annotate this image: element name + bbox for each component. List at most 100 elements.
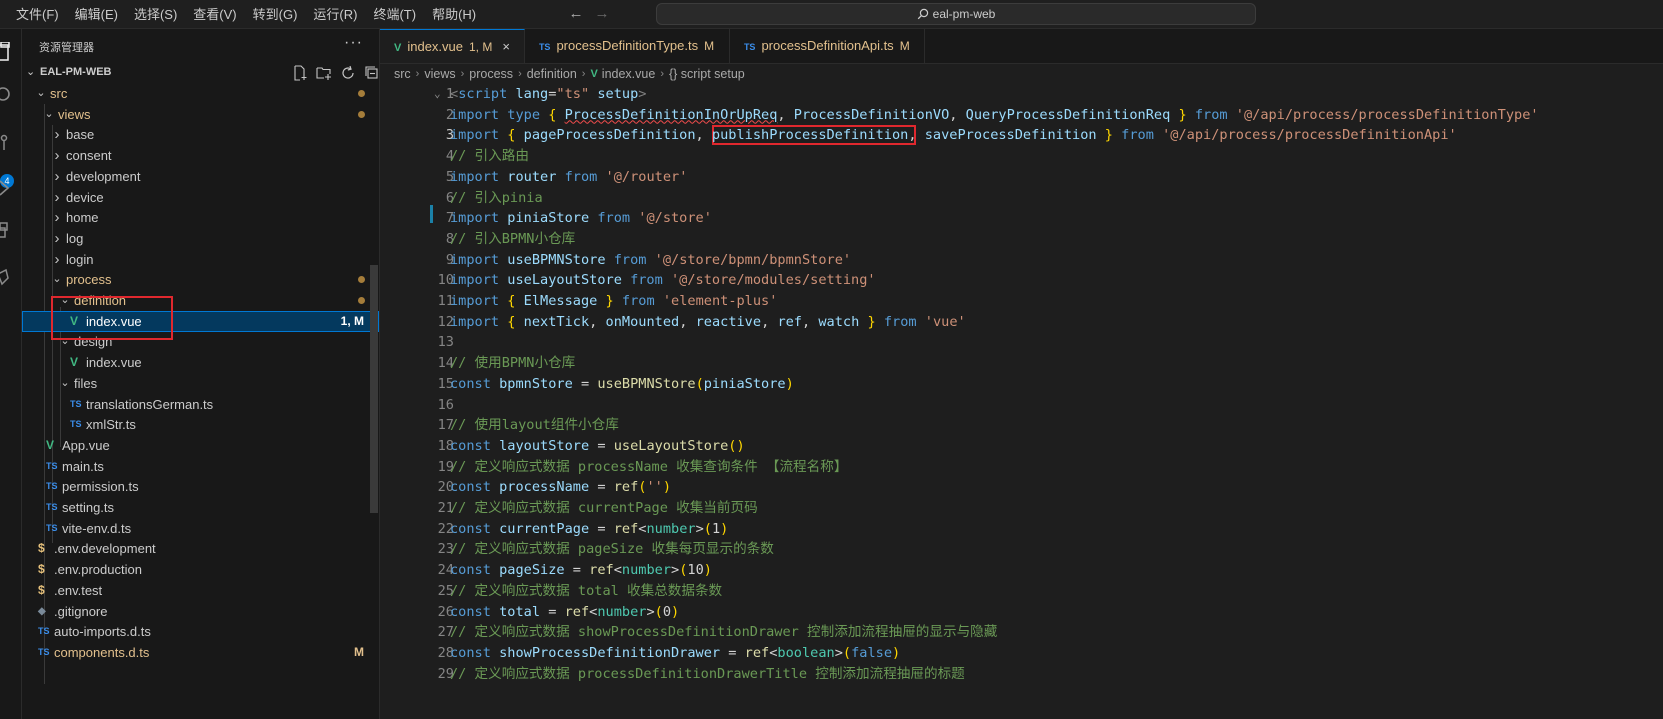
code-text: import useBPMNStore from '@/store/bpmn/b… <box>450 251 852 268</box>
tree-item[interactable]: ⌄ process <box>22 269 379 290</box>
menu-go[interactable]: 转到(G) <box>245 0 306 29</box>
new-folder-icon[interactable] <box>316 65 332 81</box>
tab-process-definition-api[interactable]: TS processDefinitionApi.ts M <box>730 29 925 63</box>
tree-item[interactable]: TS main.ts <box>22 456 379 477</box>
run-debug-icon[interactable] <box>0 174 22 200</box>
arrow-right-icon[interactable]: → <box>592 4 612 24</box>
tab-label: processDefinitionType.ts <box>556 38 699 53</box>
ts-file-icon: TS <box>46 460 58 471</box>
ts-file-icon: TS <box>46 522 58 533</box>
tree-item[interactable]: TS setting.ts <box>22 497 379 518</box>
tree-item-label: xmlStr.ts <box>86 417 136 433</box>
tree-item[interactable]: ⌄ src <box>22 83 379 104</box>
menu-help[interactable]: 帮助(H) <box>424 0 484 29</box>
vue-file-icon: V <box>70 313 79 328</box>
menu-terminal[interactable]: 终端(T) <box>365 0 424 29</box>
menu-file[interactable]: 文件(F) <box>8 0 67 29</box>
menu-run[interactable]: 运行(R) <box>305 0 365 29</box>
tree-item[interactable]: TS permission.ts <box>22 476 379 497</box>
code-line: 18 const layoutStore = useLayoutStore() <box>380 436 1663 457</box>
line-number: 28 <box>437 644 454 661</box>
code-text: // 引入路由 <box>450 148 529 165</box>
breadcrumb-item[interactable]: index.vue <box>602 64 656 84</box>
line-number: 8 <box>445 230 454 247</box>
line-number: 27 <box>437 624 454 641</box>
tree-item[interactable]: › device <box>22 187 379 208</box>
collapse-all-icon[interactable] <box>364 65 379 81</box>
breadcrumb-item[interactable]: {} script setup <box>669 64 745 84</box>
tree-item[interactable]: V App.vue <box>22 435 379 456</box>
search-icon[interactable] <box>0 81 22 107</box>
tree-item[interactable]: Vindex.vue <box>22 352 379 373</box>
code-line: 24 const pageSize = ref<number>(10) <box>380 560 1663 581</box>
tree-item[interactable]: TS xmlStr.ts <box>22 414 379 435</box>
breadcrumb-item[interactable]: process <box>469 64 513 84</box>
code-text: // 定义响应式数据 pageSize 收集每页显示的条数 <box>450 541 774 558</box>
code-text: const showProcessDefinitionDrawer = ref<… <box>450 644 901 661</box>
close-icon[interactable]: × <box>502 39 510 54</box>
tab-process-definition-type[interactable]: TS processDefinitionType.ts M <box>525 29 730 63</box>
explorer-icon[interactable] <box>0 39 22 65</box>
workspace-root[interactable]: ⌄ EAL-PM-WEB <box>22 62 379 83</box>
tree-item[interactable]: TS vite-env.d.ts <box>22 518 379 539</box>
code-line: 19// 定义响应式数据 processName 收集查询条件 【流程名称】 <box>380 457 1663 478</box>
tree-item[interactable]: TS auto-imports.d.ts <box>22 621 379 642</box>
code-text: // 使用layout组件小仓库 <box>450 417 619 434</box>
line-number: 3 <box>445 127 454 144</box>
tree-item[interactable]: $ .env.development <box>22 538 379 559</box>
code-text: import { nextTick, onMounted, reactive, … <box>450 313 966 330</box>
breadcrumb-item[interactable]: views <box>424 64 455 84</box>
code-line: 10 import useLayoutStore from '@/store/mo… <box>380 270 1663 291</box>
menu-selection[interactable]: 选择(S) <box>126 0 185 29</box>
more-actions-icon[interactable]: ··· <box>344 34 363 52</box>
chevron-down-icon: ⌄ <box>36 87 46 99</box>
sidebar-scrollbar[interactable] <box>370 265 378 513</box>
new-file-icon[interactable] <box>292 65 308 81</box>
tree-item[interactable]: › login <box>22 249 379 270</box>
tree-item[interactable]: TS components.d.ts M <box>22 642 379 663</box>
code-line: 14// 使用BPMN小仓库 <box>380 353 1663 374</box>
code-editor[interactable]: 1 ⌄ <script lang="ts" setup> 2 import type {… <box>380 84 1663 719</box>
tree-item[interactable]: TS translationsGerman.ts <box>22 394 379 415</box>
tree-item[interactable]: › base <box>22 124 379 145</box>
tree-item[interactable]: ⌄ definition <box>22 290 379 311</box>
code-text: import type { ProcessDefinitionInOrUpReq… <box>450 106 1539 123</box>
tree-item-label: App.vue <box>62 437 110 453</box>
env-file-icon: $ <box>38 582 45 597</box>
modified-dot <box>358 110 365 118</box>
code-text: // 定义响应式数据 showProcessDefinitionDrawer 控… <box>450 624 998 641</box>
tree-item[interactable]: ⌄ files <box>22 373 379 394</box>
menu-edit[interactable]: 编辑(E) <box>67 0 126 29</box>
git-status-badge: M <box>354 644 364 659</box>
command-center-search[interactable]: eal-pm-web <box>656 3 1256 25</box>
tab-index-vue[interactable]: Vindex.vue 1, M × <box>380 29 525 63</box>
tree-item[interactable]: › log <box>22 228 379 249</box>
code-text: const total = ref<number>(0) <box>450 603 680 620</box>
arrow-left-icon[interactable]: ← <box>566 4 586 24</box>
editor-tabs: Vindex.vue 1, M × TS processDefinitionType.… <box>380 29 1663 64</box>
tab-status: M <box>899 39 910 53</box>
menu-view[interactable]: 查看(V) <box>185 0 244 29</box>
fold-chevron-icon[interactable]: ⌄ <box>434 84 441 105</box>
ts-file-icon: TS <box>538 42 551 52</box>
code-text: import router from '@/router' <box>450 168 688 185</box>
modified-dot <box>358 90 365 97</box>
breadcrumb-item[interactable]: definition <box>527 64 577 84</box>
remote-explorer-icon[interactable] <box>0 265 22 291</box>
extensions-icon[interactable] <box>0 219 22 245</box>
source-control-icon[interactable] <box>0 129 22 155</box>
tree-item[interactable]: ⌄ design <box>22 331 379 352</box>
chevron-right-icon: › <box>54 188 60 206</box>
tree-item[interactable]: › home <box>22 207 379 228</box>
tree-item[interactable]: ⌄ views <box>22 104 379 125</box>
vue-file-icon: V <box>590 68 598 80</box>
tree-item[interactable]: $ .env.production <box>22 559 379 580</box>
refresh-icon[interactable] <box>340 65 356 81</box>
breadcrumb-item[interactable]: src <box>394 64 411 84</box>
ts-file-icon: TS <box>70 419 82 430</box>
tree-item[interactable]: ◆ .gitignore <box>22 601 379 622</box>
tree-item[interactable]: $ .env.test <box>22 580 379 601</box>
tree-item[interactable]: › development <box>22 166 379 187</box>
tree-item[interactable]: › consent <box>22 145 379 166</box>
tree-item[interactable]: Vindex.vue 1, M <box>22 310 379 332</box>
